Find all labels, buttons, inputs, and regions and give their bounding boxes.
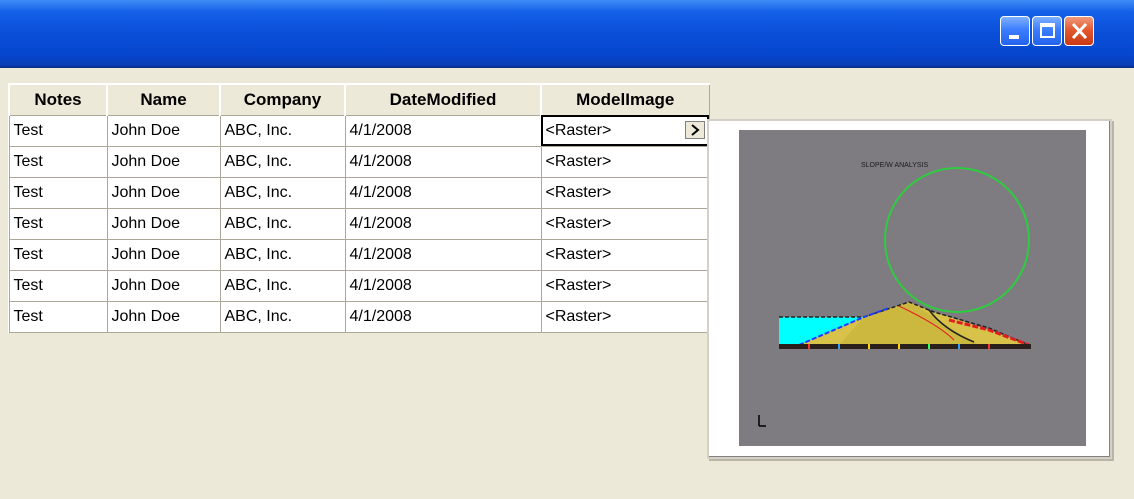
table-row[interactable]: Test John Doe ABC, Inc. 4/1/2008 <Raster… [8, 176, 710, 209]
date-modified-cell[interactable]: 4/1/2008 [344, 207, 542, 240]
table-row[interactable]: Test John Doe ABC, Inc. 4/1/2008 <Raster… [8, 114, 710, 147]
table-row[interactable]: Test John Doe ABC, Inc. 4/1/2008 <Raster… [8, 238, 710, 271]
close-icon [1071, 22, 1088, 40]
name-cell[interactable]: John Doe [106, 238, 221, 271]
minimize-icon [1009, 35, 1019, 39]
notes-cell[interactable]: Test [8, 300, 108, 333]
table-row[interactable]: Test John Doe ABC, Inc. 4/1/2008 <Raster… [8, 207, 710, 240]
company-cell[interactable]: ABC, Inc. [219, 300, 346, 333]
company-cell[interactable]: ABC, Inc. [219, 145, 346, 178]
table-row[interactable]: Test John Doe ABC, Inc. 4/1/2008 <Raster… [8, 145, 710, 178]
image-title: SLOPE/W ANALYSIS [861, 162, 929, 169]
date-modified-cell[interactable]: 4/1/2008 [344, 114, 542, 147]
maximize-icon [1040, 23, 1055, 38]
model-image-cell[interactable]: <Raster> [540, 176, 710, 209]
model-image-value: <Raster> [545, 121, 612, 139]
table-row[interactable]: Test John Doe ABC, Inc. 4/1/2008 <Raster… [8, 300, 710, 333]
name-cell[interactable]: John Doe [106, 114, 221, 147]
table-row[interactable]: Test John Doe ABC, Inc. 4/1/2008 <Raster… [8, 269, 710, 302]
column-header-model-image[interactable]: ModelImage [540, 83, 710, 116]
name-cell[interactable]: John Doe [106, 300, 221, 333]
preview-canvas: SLOPE/W ANALYSIS [739, 130, 1086, 446]
company-cell[interactable]: ABC, Inc. [219, 176, 346, 209]
name-cell[interactable]: John Doe [106, 207, 221, 240]
column-header-name[interactable]: Name [106, 83, 221, 116]
model-image-cell[interactable]: <Raster> [540, 207, 710, 240]
close-button[interactable] [1064, 16, 1094, 46]
notes-cell[interactable]: Test [8, 114, 108, 147]
name-cell[interactable]: John Doe [106, 269, 221, 302]
date-modified-cell[interactable]: 4/1/2008 [344, 145, 542, 178]
model-image-cell[interactable]: <Raster> [540, 300, 710, 333]
column-header-date-modified[interactable]: DateModified [344, 83, 542, 116]
company-cell[interactable]: ABC, Inc. [219, 114, 346, 147]
company-cell[interactable]: ABC, Inc. [219, 269, 346, 302]
data-grid: Notes Name Company DateModified ModelIma… [8, 83, 710, 333]
title-bar[interactable] [0, 0, 1134, 68]
notes-cell[interactable]: Test [8, 145, 108, 178]
name-cell[interactable]: John Doe [106, 145, 221, 178]
model-image-cell[interactable]: <Raster> [540, 238, 710, 271]
chevron-right-icon [690, 123, 700, 136]
column-header-notes[interactable]: Notes [8, 83, 108, 116]
notes-cell[interactable]: Test [8, 176, 108, 209]
bedrock-layer [779, 344, 1031, 349]
column-header-company[interactable]: Company [219, 83, 346, 116]
notes-cell[interactable]: Test [8, 269, 108, 302]
date-modified-cell[interactable]: 4/1/2008 [344, 238, 542, 271]
date-modified-cell[interactable]: 4/1/2008 [344, 300, 542, 333]
name-cell[interactable]: John Doe [106, 176, 221, 209]
cell-ellipsis-button[interactable] [684, 120, 705, 139]
company-cell[interactable]: ABC, Inc. [219, 207, 346, 240]
grid-header-row: Notes Name Company DateModified ModelIma… [8, 83, 710, 116]
model-image-cell[interactable]: <Raster> [540, 145, 710, 178]
model-image-preview: SLOPE/W ANALYSIS [707, 119, 1112, 459]
model-image-cell[interactable]: <Raster> [540, 269, 710, 302]
maximize-button[interactable] [1032, 16, 1062, 46]
company-cell[interactable]: ABC, Inc. [219, 238, 346, 271]
notes-cell[interactable]: Test [8, 207, 108, 240]
minimize-button[interactable] [1000, 16, 1030, 46]
date-modified-cell[interactable]: 4/1/2008 [344, 269, 542, 302]
date-modified-cell[interactable]: 4/1/2008 [344, 176, 542, 209]
notes-cell[interactable]: Test [8, 238, 108, 271]
model-image-cell[interactable]: <Raster> [540, 114, 710, 147]
slope-model-image: SLOPE/W ANALYSIS [739, 130, 1086, 446]
